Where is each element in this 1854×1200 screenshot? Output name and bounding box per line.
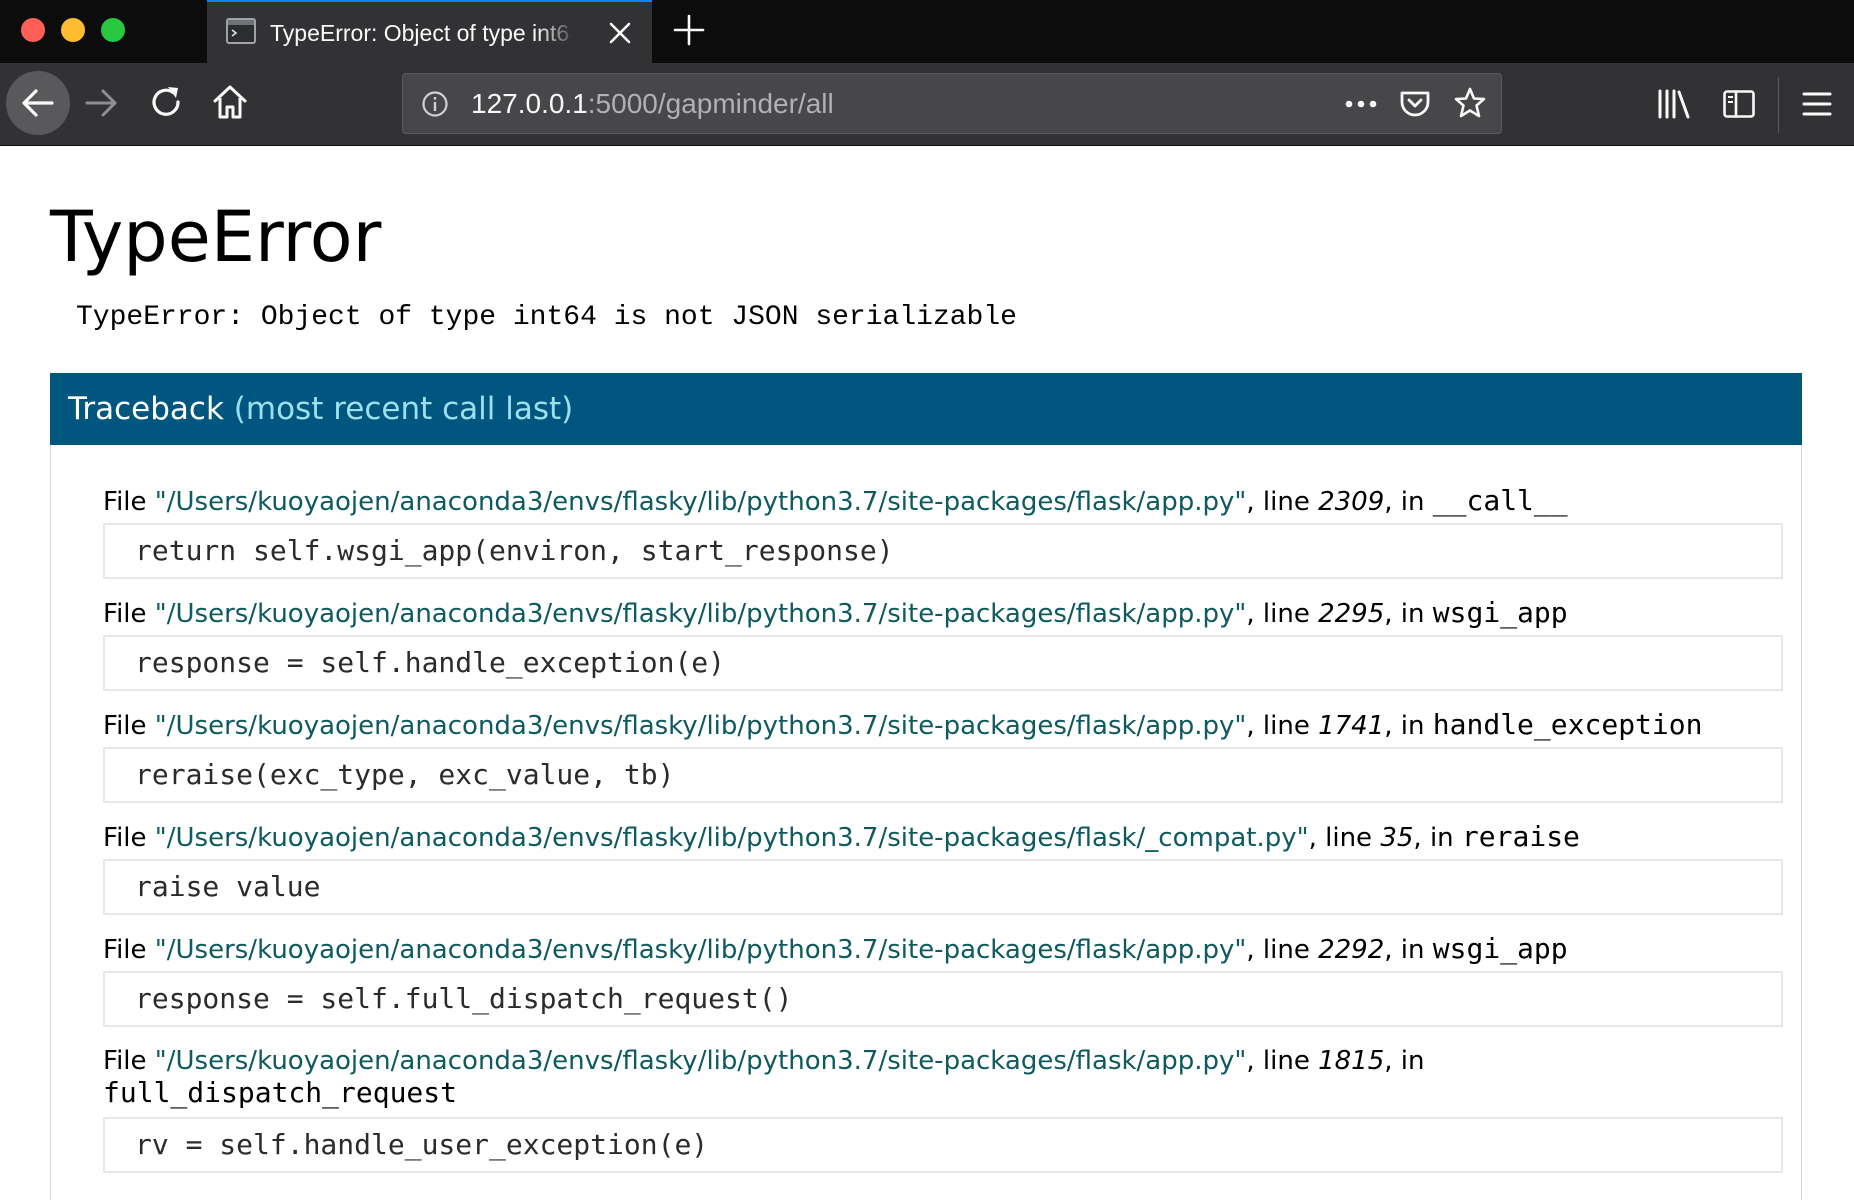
hamburger-menu-icon[interactable]	[1802, 90, 1832, 118]
url-text[interactable]: 127.0.0.1:5000/gapminder/all	[471, 89, 834, 119]
frame-file-label: File	[103, 487, 147, 517]
terminal-favicon-icon	[226, 18, 256, 44]
frame-header: File "/Users/kuoyaojen/anaconda3/envs/fl…	[103, 708, 1703, 742]
new-tab-plus-icon[interactable]	[672, 13, 706, 47]
pocket-icon[interactable]	[1398, 87, 1432, 121]
home-icon[interactable]	[210, 82, 250, 122]
frame-source-line[interactable]: return self.wsgi_app(environ, start_resp…	[103, 523, 1783, 579]
frame-source-line[interactable]: response = self.handle_exception(e)	[103, 635, 1783, 691]
frame-line-number: 2295	[1318, 599, 1385, 629]
frame-file-label: File	[103, 1046, 147, 1076]
frame-file-path[interactable]: "/Users/kuoyaojen/anaconda3/envs/flasky/…	[155, 935, 1247, 965]
frame-line-number: 2309	[1318, 487, 1385, 517]
minimize-window-icon[interactable]	[61, 18, 85, 42]
frame-file-path[interactable]: "/Users/kuoyaojen/anaconda3/envs/flasky/…	[155, 823, 1309, 853]
traceback-subheading: (most recent call last)	[233, 391, 574, 427]
frame-function-name: wsgi_app	[1432, 596, 1568, 629]
more-dots-icon[interactable]	[1343, 89, 1379, 119]
frame-source-line[interactable]: raise value	[103, 859, 1783, 915]
frame-file-label: File	[103, 935, 147, 965]
reload-icon[interactable]	[147, 83, 185, 121]
close-window-icon[interactable]	[21, 18, 45, 42]
frame-line-label: line	[1262, 711, 1310, 741]
frame-function-name: handle_exception	[1432, 708, 1703, 741]
bookmark-star-icon[interactable]	[1453, 86, 1487, 120]
frame-source-line[interactable]: response = self.full_dispatch_request()	[103, 971, 1783, 1027]
sidebar-icon[interactable]	[1722, 88, 1756, 120]
frame-function-name: __call__	[1432, 484, 1568, 517]
traceback-frame: File "/Users/kuoyaojen/anaconda3/envs/fl…	[103, 595, 1783, 691]
frame-function-name: reraise	[1461, 820, 1580, 853]
frame-line-label: line	[1262, 1046, 1310, 1076]
frame-function-name: wsgi_app	[1432, 932, 1568, 965]
frame-file-path[interactable]: "/Users/kuoyaojen/anaconda3/envs/flasky/…	[155, 711, 1247, 741]
tab-title: TypeError: Object of type int64 is not J…	[270, 20, 570, 46]
frame-line-number: 1741	[1318, 711, 1385, 741]
frame-in-label: in	[1400, 487, 1425, 517]
frame-file-path[interactable]: "/Users/kuoyaojen/anaconda3/envs/flasky/…	[155, 487, 1247, 517]
tab-strip: TypeError: Object of type int64 is not J…	[0, 0, 1854, 63]
toolbar-separator	[1778, 77, 1779, 133]
page-title: TypeError	[50, 196, 382, 278]
frame-in-label: in	[1400, 1046, 1425, 1076]
page-content: TypeError TypeError: Object of type int6…	[0, 146, 1854, 1200]
traceback-frame: File "/Users/kuoyaojen/anaconda3/envs/fl…	[103, 819, 1783, 915]
traceback-body: File "/Users/kuoyaojen/anaconda3/envs/fl…	[50, 445, 1802, 1200]
library-icon[interactable]	[1656, 87, 1692, 121]
url-bar[interactable]: 127.0.0.1:5000/gapminder/all	[402, 73, 1502, 134]
maximize-window-icon[interactable]	[101, 18, 125, 42]
frame-header: File "/Users/kuoyaojen/anaconda3/envs/fl…	[103, 820, 1580, 854]
browser-tab-active[interactable]: TypeError: Object of type int64 is not J…	[207, 0, 652, 63]
frame-in-label: in	[1400, 711, 1425, 741]
frame-file-path[interactable]: "/Users/kuoyaojen/anaconda3/envs/flasky/…	[155, 1046, 1247, 1076]
frame-in-label: in	[1400, 935, 1425, 965]
info-icon[interactable]	[421, 90, 449, 118]
back-arrow-icon	[22, 89, 54, 117]
url-host: 127.0.0.1	[471, 88, 588, 119]
frame-line-label: line	[1262, 487, 1310, 517]
traceback-frame: File "/Users/kuoyaojen/anaconda3/envs/fl…	[103, 707, 1783, 803]
traceback-frame: File "/Users/kuoyaojen/anaconda3/envs/fl…	[103, 483, 1783, 579]
frame-file-label: File	[103, 599, 147, 629]
frame-source-line[interactable]: rv = self.handle_user_exception(e)	[103, 1117, 1783, 1173]
frame-line-number: 1815	[1318, 1046, 1385, 1076]
navigation-toolbar: 127.0.0.1:5000/gapminder/all	[0, 63, 1854, 146]
frame-function-name: full_dispatch_request	[103, 1076, 458, 1109]
frame-line-number: 35	[1380, 823, 1414, 853]
frame-line-label: line	[1262, 935, 1310, 965]
frame-file-label: File	[103, 711, 147, 741]
frame-source-line[interactable]: reraise(exc_type, exc_value, tb)	[103, 747, 1783, 803]
traceback-frame: File "/Users/kuoyaojen/anaconda3/envs/fl…	[103, 1043, 1783, 1173]
forward-arrow-icon[interactable]	[83, 85, 119, 121]
frame-header: File "/Users/kuoyaojen/anaconda3/envs/fl…	[103, 596, 1568, 630]
back-button[interactable]	[6, 71, 70, 135]
url-path: :5000/gapminder/all	[587, 88, 834, 119]
frame-in-label: in	[1429, 823, 1454, 853]
frame-header: File "/Users/kuoyaojen/anaconda3/envs/fl…	[103, 1046, 1425, 1109]
traceback-frame: File "/Users/kuoyaojen/anaconda3/envs/fl…	[103, 931, 1783, 1027]
frame-in-label: in	[1400, 599, 1425, 629]
frame-header: File "/Users/kuoyaojen/anaconda3/envs/fl…	[103, 484, 1568, 518]
tab-close-icon[interactable]	[607, 20, 633, 46]
frame-line-label: line	[1325, 823, 1373, 853]
frame-file-path[interactable]: "/Users/kuoyaojen/anaconda3/envs/flasky/…	[155, 599, 1247, 629]
traceback-frames: File "/Users/kuoyaojen/anaconda3/envs/fl…	[103, 483, 1783, 1189]
frame-line-label: line	[1262, 599, 1310, 629]
frame-file-label: File	[103, 823, 147, 853]
traceback-heading: Traceback	[68, 391, 224, 427]
error-message: TypeError: Object of type int64 is not J…	[76, 302, 1017, 333]
frame-line-number: 2292	[1318, 935, 1385, 965]
frame-header: File "/Users/kuoyaojen/anaconda3/envs/fl…	[103, 932, 1568, 966]
traceback-header: Traceback (most recent call last)	[50, 373, 1802, 445]
